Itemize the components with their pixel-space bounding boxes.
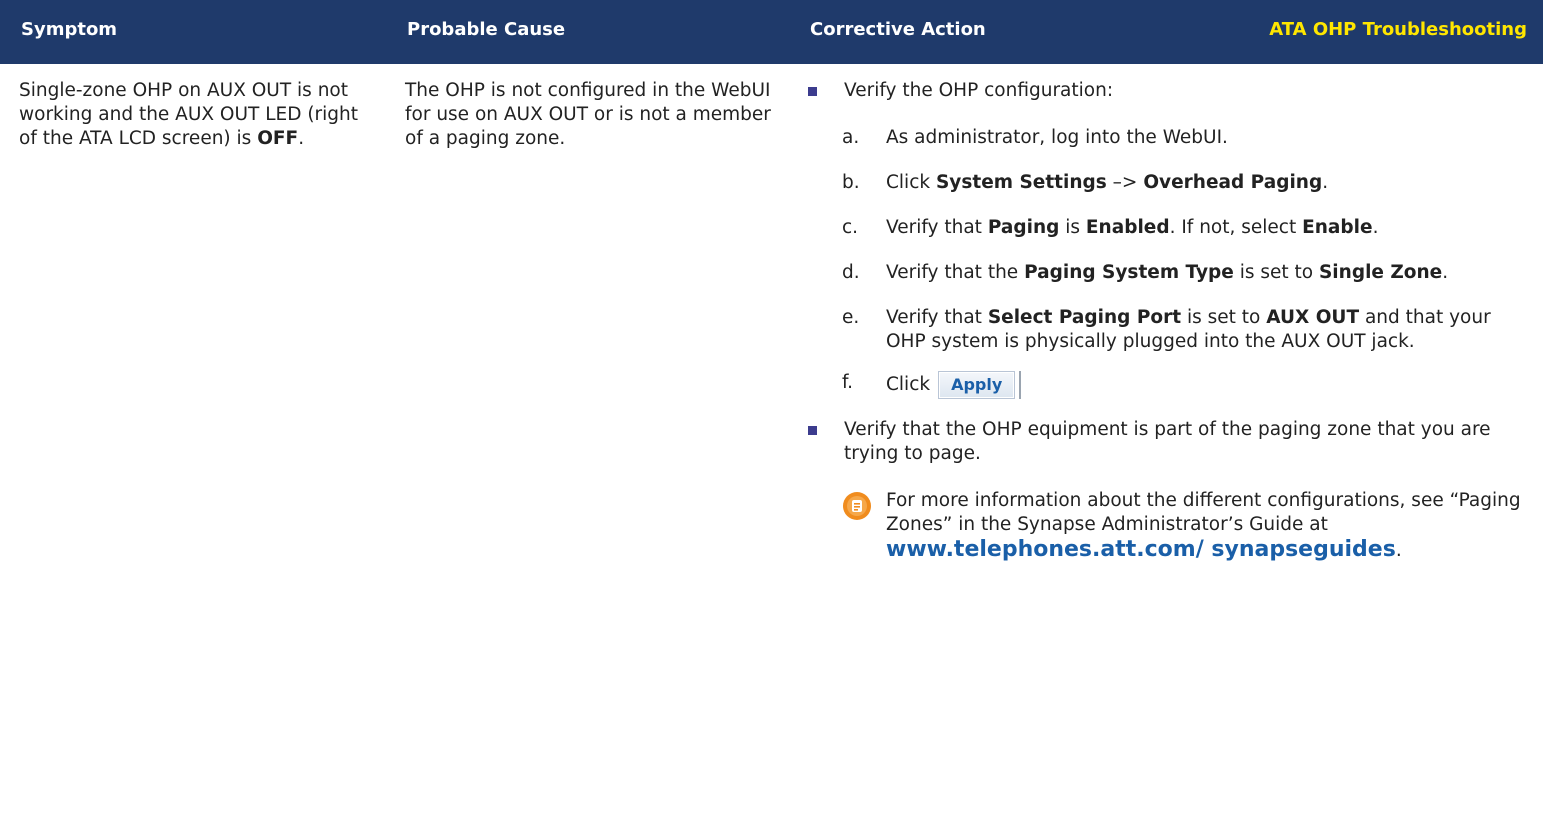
value-single-zone: Single Zone (1318, 262, 1443, 283)
value-enabled: Enabled (1085, 217, 1170, 238)
apply-button: Apply (938, 371, 1016, 399)
field-select-paging-port: Select Paging Port (987, 307, 1182, 328)
step-b: b. Click System Settings –> Overhead Pag… (808, 171, 1534, 195)
step-d: d. Verify that the Paging System Type is… (808, 261, 1534, 285)
step-text: is set to (1181, 307, 1267, 328)
header-symptom: Symptom (21, 19, 118, 40)
step-text: As administrator, log into the WebUI. (886, 127, 1228, 148)
step-text: Verify that (886, 307, 988, 328)
step-letter: a. (842, 127, 860, 148)
step-text: . (1372, 217, 1379, 238)
step-text: Verify that (886, 217, 988, 238)
menu-overhead-paging: Overhead Paging (1143, 172, 1323, 193)
section-title: ATA OHP Troubleshooting (1269, 19, 1527, 40)
bullet-text: Verify the OHP configuration: (844, 80, 1114, 101)
step-a: a. As administrator, log into the WebUI. (808, 126, 1534, 150)
step-e: e. Verify that Select Paging Port is set… (808, 306, 1534, 354)
symptom-bold: OFF (257, 128, 299, 149)
step-text: . (1442, 262, 1449, 283)
step-c: c. Verify that Paging is Enabled. If not… (808, 216, 1534, 240)
menu-system-settings: System Settings (935, 172, 1107, 193)
symptom-period: . (298, 128, 305, 149)
bullet-text: Verify that the OHP equipment is part of… (844, 419, 1491, 464)
step-text: Click (886, 374, 931, 395)
bullet-verify-config: Verify the OHP configuration: (808, 79, 1534, 103)
symptom-text: Single-zone OHP on AUX OUT is not workin… (19, 80, 359, 149)
note-text-block: For more information about the different… (886, 489, 1534, 563)
header-corrective-action: Corrective Action (810, 19, 986, 40)
step-text: . (1322, 172, 1329, 193)
value-aux-out: AUX OUT (1266, 307, 1360, 328)
note-icon (842, 491, 872, 521)
guide-link[interactable]: www.telephones.att.com/ synapseguides (886, 537, 1396, 562)
corrective-action-cell: Verify the OHP configuration: a. As admi… (808, 79, 1534, 563)
step-letter: d. (842, 262, 860, 283)
step-text: is set to (1233, 262, 1319, 283)
step-text: Verify that the (886, 262, 1025, 283)
step-letter: b. (842, 172, 860, 193)
value-enable: Enable (1302, 217, 1373, 238)
table-header: Symptom Probable Cause Corrective Action… (0, 0, 1543, 64)
header-probable-cause: Probable Cause (407, 19, 566, 40)
apply-button-edge (1019, 371, 1022, 399)
field-paging: Paging (987, 217, 1060, 238)
step-text: . If not, select (1169, 217, 1303, 238)
symptom-cell: Single-zone OHP on AUX OUT is not workin… (19, 79, 359, 151)
step-letter: c. (842, 217, 859, 238)
bullet-square-icon (808, 426, 817, 435)
step-f: f. Click Apply (808, 371, 1534, 399)
bullet-square-icon (808, 87, 817, 96)
cause-cell: The OHP is not configured in the WebUI f… (405, 80, 771, 149)
bullet-verify-zone: Verify that the OHP equipment is part of… (808, 418, 1534, 466)
note-text: For more information about the different… (886, 490, 1521, 535)
note-end: . (1395, 540, 1402, 561)
step-text: Click (886, 172, 936, 193)
step-letter: f. (842, 372, 854, 393)
step-letter: e. (842, 307, 860, 328)
step-text: –> (1106, 172, 1144, 193)
step-text: is (1059, 217, 1086, 238)
field-paging-system-type: Paging System Type (1024, 262, 1234, 283)
note: For more information about the different… (808, 489, 1534, 563)
